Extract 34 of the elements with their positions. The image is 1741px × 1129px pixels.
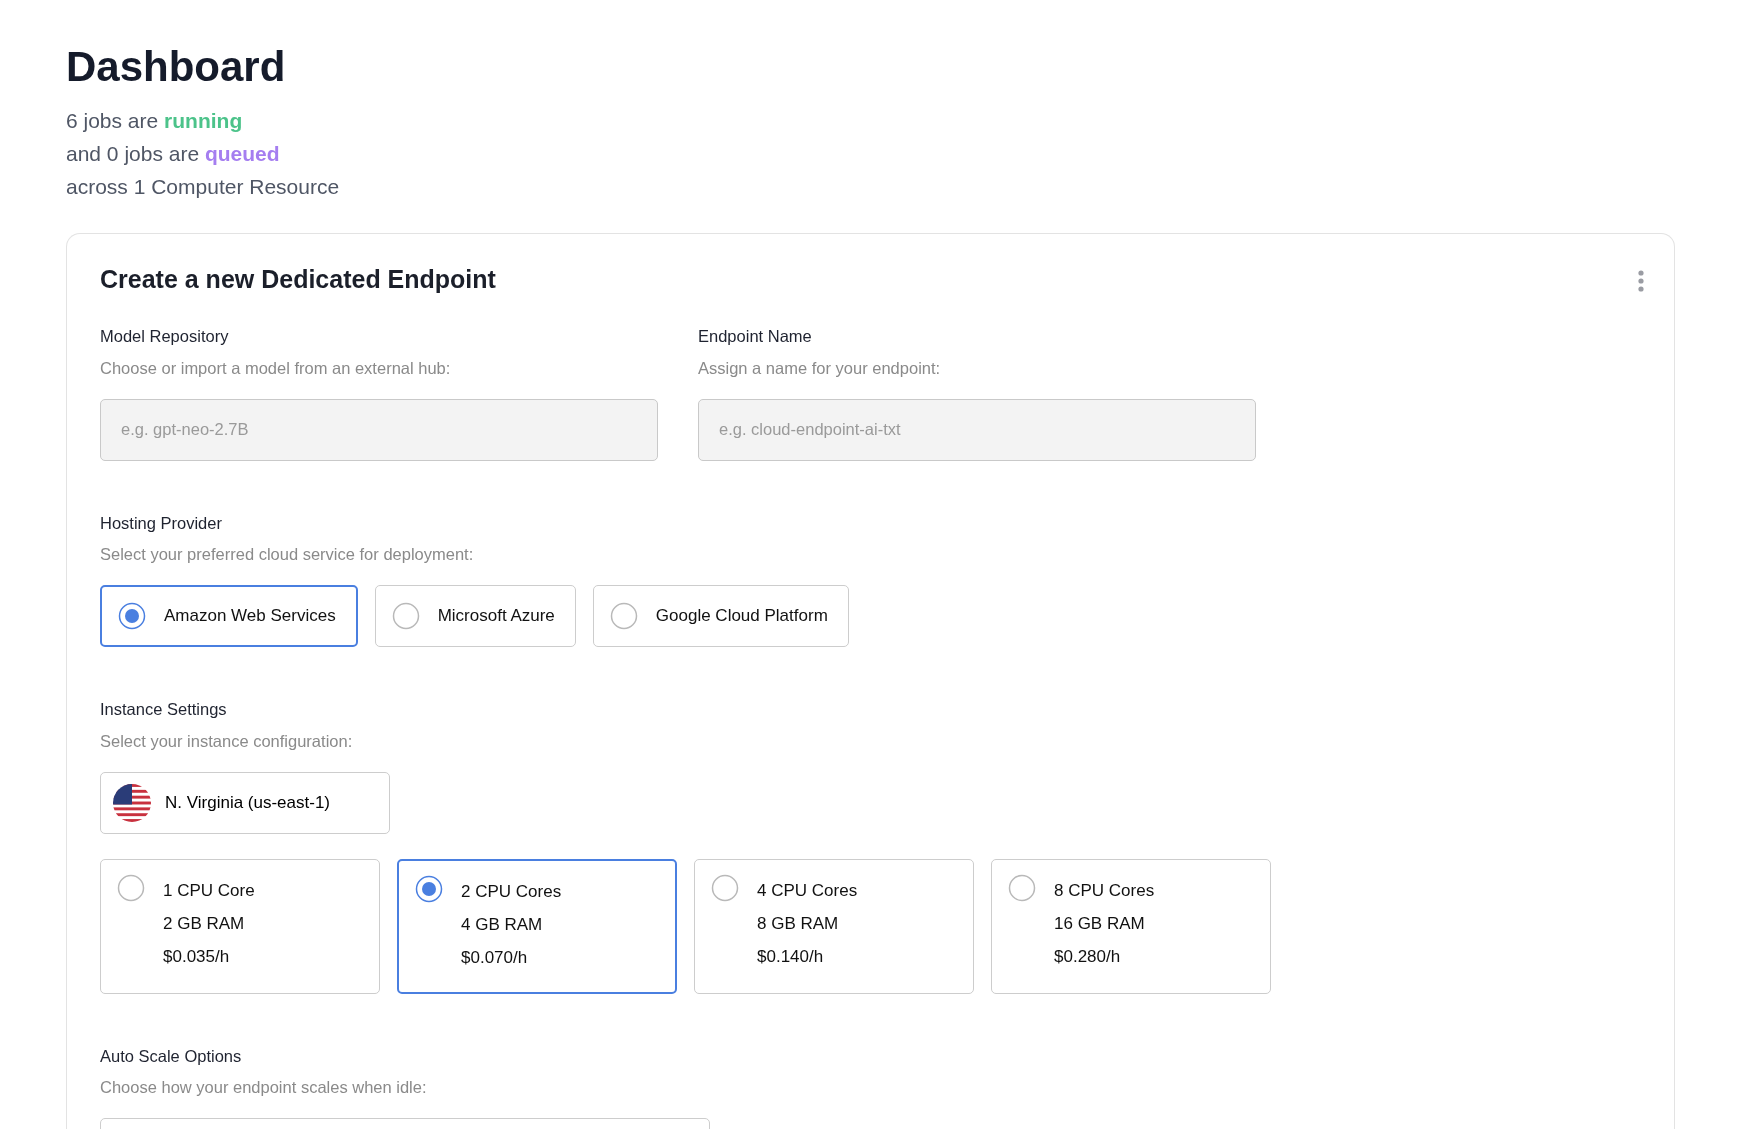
summary-line: and 0 jobs are queued: [66, 141, 281, 168]
field-label: Instance Settings: [100, 699, 228, 721]
more-options-icon[interactable]: [1638, 270, 1644, 293]
radio-button[interactable]: [118, 602, 146, 631]
field-hint: Select your instance configuration:: [100, 730, 354, 752]
summary-line: across 1 Computer Resource: [66, 174, 341, 201]
radio-button[interactable]: [711, 873, 739, 902]
radio-button[interactable]: [391, 602, 420, 631]
summary-line: 6 jobs are running: [66, 108, 244, 135]
radio-button[interactable]: [1008, 873, 1036, 902]
field-label: Model Repository: [100, 326, 230, 348]
provider-option[interactable]: Amazon Web Services: [100, 585, 358, 648]
instance-option[interactable]: 4 CPU Cores 8 GB RAM $0.140/h: [694, 858, 974, 994]
field-hint: Choose how your endpoint scales when idle:: [100, 1077, 428, 1099]
field-hint: Choose or import a model from an external hub:: [100, 357, 452, 379]
field-hint: Select your preferred cloud service for deployment:: [100, 544, 475, 566]
radio-button[interactable]: [609, 602, 638, 631]
page-title: Dashboard: [66, 44, 287, 91]
flag-icon: [113, 783, 151, 822]
card-title: Create a new Dedicated Endpoint: [100, 264, 497, 295]
field-hint: Assign a name for your endpoint:: [698, 357, 942, 379]
input-field[interactable]: e.g. gpt-neo-2.7B: [100, 398, 658, 461]
radio-button[interactable]: [415, 874, 443, 903]
input-field[interactable]: e.g. cloud-endpoint-ai-txt: [698, 398, 1256, 461]
instance-option[interactable]: 8 CPU Cores 16 GB RAM $0.280/h: [991, 858, 1271, 994]
field-label: Endpoint Name: [698, 326, 813, 348]
instance-option[interactable]: 2 CPU Cores 4 GB RAM $0.070/h: [397, 858, 677, 994]
instance-option[interactable]: 1 CPU Core 2 GB RAM $0.035/h: [100, 858, 380, 994]
provider-option[interactable]: Google Cloud Platform: [592, 585, 849, 648]
field-label: Auto Scale Options: [100, 1045, 243, 1067]
region-selector[interactable]: N. Virginia (us-east-1): [100, 771, 390, 834]
radio-button[interactable]: [117, 873, 145, 902]
provider-option[interactable]: Microsoft Azure: [374, 585, 576, 648]
field-label: Hosting Provider: [100, 512, 223, 534]
